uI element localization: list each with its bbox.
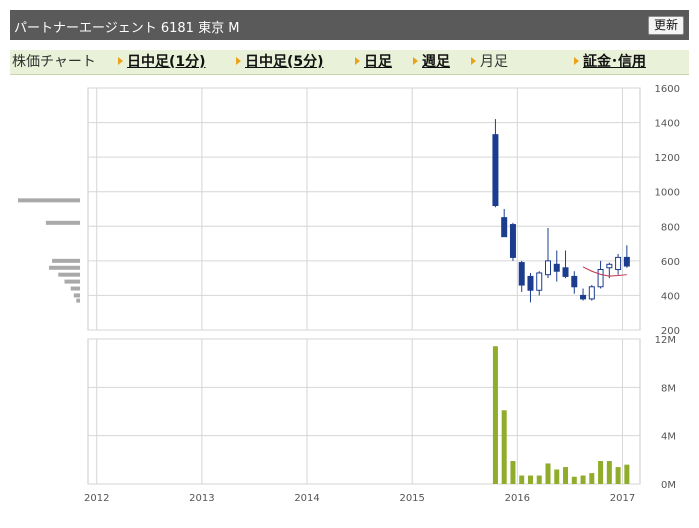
tab-daily-text: 日足: [364, 54, 392, 70]
candle-body: [518, 262, 525, 286]
volume-bar: [580, 475, 586, 484]
tab-intraday-5min-text: 日中足(5分): [245, 54, 324, 70]
candle-body: [606, 263, 613, 269]
year-tick-label: 2017: [610, 493, 635, 504]
volume-tick-label: 12M: [655, 335, 676, 346]
candle-body: [553, 263, 560, 272]
volume-bar: [598, 461, 604, 484]
arrow-right-icon: [118, 57, 123, 65]
arrow-right-icon: [574, 57, 579, 65]
tab-margin-credit-text: 証金･信用: [583, 54, 646, 70]
volume-profile-bar: [49, 265, 80, 270]
year-tick-label: 2016: [505, 493, 530, 504]
time-axis-ticks: 2012 2013 2014 2015 2016 2017: [84, 493, 635, 504]
volume-bar: [501, 410, 507, 484]
volume-profile-bar: [73, 293, 80, 298]
volume-profile-bar: [76, 298, 80, 303]
arrow-right-icon: [413, 57, 418, 65]
tab-stock-chart-text: 株価チャート: [12, 54, 96, 70]
tab-daily[interactable]: 日足: [355, 50, 392, 74]
volume-bar: [571, 476, 577, 484]
tab-weekly-text: 週足: [422, 54, 450, 70]
stock-title: パートナーエージェント 6181 東京 M: [14, 21, 240, 36]
candle-body: [562, 267, 569, 277]
year-tick-label: 2013: [189, 493, 214, 504]
price-volume-profile: [18, 198, 80, 303]
volume-bar: [527, 475, 533, 484]
price-tick-label: 1400: [655, 119, 680, 130]
candle-body: [571, 275, 578, 288]
title-bar: パートナーエージェント 6181 東京 M 更新: [10, 10, 689, 40]
candle-body: [509, 224, 516, 258]
volume-bar: [510, 461, 516, 484]
candle-body: [597, 269, 604, 288]
price-tick-label: 800: [661, 222, 680, 233]
volume-bar: [563, 467, 569, 484]
candle-body: [580, 294, 587, 300]
chart-period-tabs: 株価チャート 日中足(1分) 日中足(5分) 日足 週足 月足 証金･信用: [10, 50, 689, 75]
volume-profile-bar: [58, 272, 80, 277]
year-tick-label: 2015: [399, 493, 424, 504]
year-tick-label: 2012: [84, 493, 109, 504]
volume-bar: [615, 467, 621, 484]
volume-tick-label: 8M: [661, 383, 676, 394]
candle-body: [527, 275, 534, 291]
price-tick-label: 1000: [655, 188, 680, 199]
price-tick-label: 600: [661, 257, 680, 268]
candle-body: [501, 217, 508, 238]
price-tick-label: 1200: [655, 153, 680, 164]
volume-bar: [536, 475, 542, 484]
volume-profile-bar: [18, 198, 80, 203]
tab-stock-chart-label: 株価チャート: [12, 50, 96, 74]
volume-profile-bar: [64, 279, 80, 284]
year-tick-label: 2014: [294, 493, 319, 504]
candle-body: [623, 256, 630, 267]
tab-intraday-1min[interactable]: 日中足(1分): [118, 50, 206, 74]
volume-panel-frame: [87, 338, 641, 485]
arrow-right-icon: [471, 57, 476, 65]
candle-body: [615, 256, 622, 270]
tab-monthly-current: 月足: [471, 50, 508, 74]
volume-profile-bar: [70, 286, 80, 291]
refresh-button[interactable]: 更新: [647, 16, 684, 35]
tab-intraday-1min-text: 日中足(1分): [127, 54, 206, 70]
tab-intraday-5min[interactable]: 日中足(5分): [236, 50, 324, 74]
volume-tick-label: 4M: [661, 432, 676, 443]
volume-bar: [492, 346, 498, 484]
volume-profile-bar: [52, 258, 80, 263]
volume-bar: [545, 463, 551, 484]
monthly-candlestick-chart: 1600140012001000800600400200 12M8M4M0M 2…: [18, 84, 680, 504]
volume-tick-label: 0M: [661, 480, 676, 491]
price-panel-frame: [87, 87, 641, 331]
candle-body: [545, 260, 551, 276]
tab-weekly[interactable]: 週足: [413, 50, 450, 74]
candle-body: [492, 134, 499, 207]
arrow-right-icon: [236, 57, 241, 65]
candle-body: [588, 286, 595, 300]
volume-bar: [624, 464, 630, 484]
price-tick-label: 1600: [655, 84, 680, 95]
arrow-right-icon: [355, 57, 360, 65]
volume-bar: [606, 461, 612, 484]
volume-profile-bar: [45, 220, 80, 225]
volume-axis-ticks: 12M 8M 4M 0M: [655, 335, 676, 491]
candle-body: [536, 272, 543, 291]
price-axis-ticks: 1600140012001000800600400200: [655, 84, 680, 337]
tab-monthly-text: 月足: [480, 54, 508, 70]
volume-bar: [554, 469, 560, 484]
price-tick-label: 400: [661, 291, 680, 302]
tab-margin-credit[interactable]: 証金･信用: [574, 50, 646, 74]
volume-bar: [519, 475, 525, 484]
volume-bar: [589, 473, 595, 484]
